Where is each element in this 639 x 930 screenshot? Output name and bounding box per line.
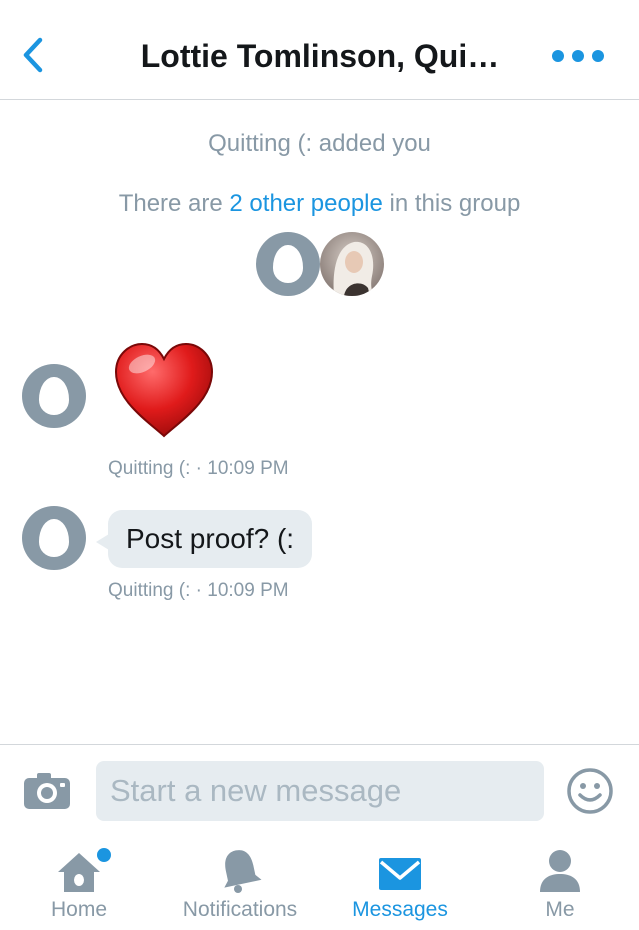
more-dot	[592, 50, 604, 62]
message-composer	[0, 744, 639, 836]
group-members-notice: There are 2 other people in this group	[0, 190, 639, 218]
message-input[interactable]	[96, 761, 544, 821]
heart-emoji	[114, 342, 214, 438]
tab-me-icon-wrap	[530, 836, 590, 894]
emoji-button[interactable]	[566, 767, 614, 815]
profile-photo-icon	[320, 232, 384, 296]
tab-notifications-icon-wrap	[210, 836, 270, 894]
egg-icon	[273, 245, 303, 283]
member-avatar-egg[interactable]	[256, 232, 320, 296]
more-options-button[interactable]	[552, 44, 604, 68]
envelope-icon	[379, 858, 421, 890]
camera-button[interactable]	[22, 771, 74, 811]
more-dot	[572, 50, 584, 62]
egg-icon	[39, 377, 69, 415]
tab-messages[interactable]: Messages	[344, 836, 456, 930]
more-dot	[552, 50, 564, 62]
message-meta: Quitting (: · 10:09 PM	[108, 580, 289, 601]
tab-label: Me	[545, 898, 575, 921]
member-avatar-photo[interactable]	[320, 232, 384, 296]
person-icon	[540, 850, 580, 892]
message-bubble[interactable]: Post proof? (:	[108, 510, 313, 568]
tab-notifications[interactable]: Notifications	[170, 836, 310, 930]
added-you-notice: Quitting (: added you	[208, 130, 431, 157]
tab-bar: Home Notifications Messages Me	[0, 836, 639, 930]
status-bar	[0, 0, 639, 4]
tab-label: Notifications	[182, 898, 298, 921]
group-member-avatars[interactable]	[254, 232, 388, 296]
tab-me[interactable]: Me	[520, 836, 600, 930]
tab-label: Home	[50, 898, 108, 921]
home-icon	[58, 853, 100, 892]
smiley-icon	[567, 768, 613, 814]
other-people-link[interactable]: 2 other people	[229, 190, 382, 217]
conversation-title[interactable]: Lottie Tomlinson, Qui…	[110, 38, 530, 75]
group-notice-suffix: in this group	[382, 190, 521, 217]
egg-icon	[39, 519, 69, 557]
message-meta: Quitting (: · 10:09 PM	[108, 458, 289, 479]
tab-messages-icon-wrap	[370, 836, 430, 894]
chevron-left-icon	[23, 37, 43, 73]
tab-label: Messages	[352, 898, 448, 921]
tab-home[interactable]: Home	[29, 836, 129, 930]
group-notice-prefix: There are	[118, 190, 230, 217]
bell-icon	[224, 850, 262, 893]
back-button[interactable]	[18, 36, 48, 74]
conversation-header: Lottie Tomlinson, Qui…	[0, 0, 639, 100]
sender-avatar[interactable]	[22, 364, 86, 428]
tab-home-icon-wrap	[49, 836, 111, 894]
sender-avatar[interactable]	[22, 506, 86, 570]
home-badge-dot	[97, 848, 111, 862]
camera-icon	[24, 773, 70, 809]
